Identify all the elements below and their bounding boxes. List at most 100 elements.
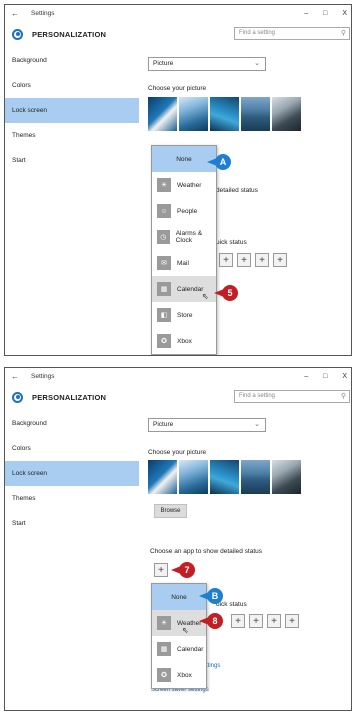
add-quick-status-button[interactable]: + [231, 614, 245, 628]
close-button[interactable]: X [342, 373, 347, 380]
app-option-label: None [176, 155, 192, 163]
sidebar-item-background[interactable]: Background [5, 411, 139, 436]
add-quick-status-button[interactable]: + [249, 614, 263, 628]
weather-icon: ☀ [157, 178, 171, 192]
people-icon: ☺ [157, 204, 171, 218]
window-title: Settings [31, 10, 55, 17]
picture-thumbnail[interactable] [210, 460, 239, 494]
add-quick-status-button[interactable]: + [219, 253, 233, 267]
app-option-none[interactable]: None [152, 584, 206, 610]
sidebar-item-background[interactable]: Background [5, 48, 139, 73]
app-option-label: None [171, 593, 187, 601]
store-icon: ◧ [157, 308, 171, 322]
add-detailed-status-button[interactable]: + [154, 563, 168, 577]
detailed-status-label: detailed status [216, 187, 258, 194]
search-placeholder: Find a setting [239, 393, 276, 399]
app-option-alarms-clock[interactable]: ◷ Alarms & Clock [152, 224, 216, 250]
clock-icon: ◷ [157, 230, 170, 244]
picture-thumbnail[interactable] [241, 460, 270, 494]
picture-thumbnail[interactable] [210, 97, 239, 131]
search-placeholder: Find a setting [239, 30, 276, 36]
browse-button[interactable]: Browse [154, 504, 187, 518]
picture-thumbnails [148, 460, 301, 494]
add-quick-status-button[interactable]: + [267, 614, 281, 628]
app-option-mail[interactable]: ✉ Mail [152, 250, 216, 276]
background-dropdown-value: Picture [153, 421, 174, 428]
choose-picture-label: Choose your picture [148, 449, 207, 456]
picture-thumbnail[interactable] [179, 97, 208, 131]
calendar-icon: ▦ [157, 642, 171, 656]
add-quick-status-button[interactable]: + [255, 253, 269, 267]
sidebar-item-start[interactable]: Start [5, 148, 139, 173]
quick-status-slots: + + + + [219, 253, 287, 267]
app-option-label: Mail [177, 259, 189, 267]
page-title: PERSONALIZATION [32, 392, 107, 402]
search-icon: ⚲ [340, 30, 346, 37]
sidebar-item-lock-screen[interactable]: Lock screen [5, 461, 139, 486]
page-title: PERSONALIZATION [32, 29, 107, 39]
sidebar-item-colors[interactable]: Colors [5, 436, 139, 461]
gear-icon [12, 391, 23, 403]
app-option-label: Weather [177, 619, 202, 627]
picture-thumbnail[interactable] [241, 97, 270, 131]
add-quick-status-button[interactable]: + [285, 614, 299, 628]
picture-thumbnail[interactable] [148, 97, 177, 131]
sidebar-item-themes[interactable]: Themes [5, 486, 139, 511]
quick-status-label: uick status [216, 601, 247, 608]
sidebar-item-colors[interactable]: Colors [5, 73, 139, 98]
app-option-label: Alarms & Clock [175, 230, 203, 244]
sidebar-item-themes[interactable]: Themes [5, 123, 139, 148]
background-dropdown-value: Picture [153, 60, 174, 67]
minimize-button[interactable]: – [304, 373, 308, 380]
callout-7: 7 [179, 562, 195, 578]
search-input[interactable]: Find a setting ⚲ [234, 390, 350, 403]
close-button[interactable]: X [342, 10, 347, 17]
sidebar-item-lock-screen[interactable]: Lock screen [5, 98, 139, 123]
app-option-calendar[interactable]: ▦ Calendar [152, 636, 206, 662]
app-option-label: Weather [177, 181, 202, 189]
window-title: Settings [31, 373, 55, 380]
add-quick-status-button[interactable]: + [273, 253, 287, 267]
chevron-down-icon: ⌄ [254, 421, 260, 428]
app-picker-popup: None ☀ Weather ☺ People ◷ Alarms & Clock… [151, 145, 217, 355]
background-dropdown[interactable]: Picture ⌄ [148, 418, 266, 432]
app-option-xbox[interactable]: ✪ Xbox [152, 662, 206, 688]
quick-status-slots: + + + + [231, 614, 299, 628]
add-quick-status-button[interactable]: + [237, 253, 251, 267]
app-option-label: Store [177, 311, 193, 319]
title-bar: ← Settings – □ X [5, 5, 351, 22]
app-option-label: Calendar [177, 645, 204, 653]
quick-status-label: uick status [216, 239, 247, 246]
app-option-label: Xbox [177, 337, 192, 345]
app-option-people[interactable]: ☺ People [152, 198, 216, 224]
app-option-store[interactable]: ◧ Store [152, 302, 216, 328]
search-icon: ⚲ [340, 393, 346, 400]
xbox-icon: ✪ [157, 334, 171, 348]
sidebar-item-start[interactable]: Start [5, 511, 139, 536]
back-arrow-icon[interactable]: ← [11, 372, 23, 381]
picture-thumbnail[interactable] [148, 460, 177, 494]
picture-thumbnail[interactable] [179, 460, 208, 494]
mouse-cursor-icon: ⇖ [202, 292, 209, 301]
callout-b: B [207, 588, 223, 604]
picture-thumbnail[interactable] [272, 460, 301, 494]
page-header: PERSONALIZATION Find a setting ⚲ [5, 387, 351, 407]
app-option-xbox[interactable]: ✪ Xbox [152, 328, 216, 354]
app-option-weather[interactable]: ☀ Weather [152, 172, 216, 198]
chevron-down-icon: ⌄ [254, 60, 260, 67]
background-dropdown[interactable]: Picture ⌄ [148, 57, 266, 71]
search-input[interactable]: Find a setting ⚲ [234, 27, 350, 40]
title-bar: ← Settings – □ X [5, 368, 351, 385]
app-option-label: Xbox [177, 671, 192, 679]
minimize-button[interactable]: – [304, 10, 308, 17]
weather-icon: ☀ [157, 616, 171, 630]
maximize-button[interactable]: □ [323, 373, 327, 380]
maximize-button[interactable]: □ [323, 10, 327, 17]
app-option-weather[interactable]: ☀ Weather [152, 610, 206, 636]
settings-link[interactable]: ttings [206, 663, 220, 669]
app-option-label: Calendar [177, 285, 204, 293]
back-arrow-icon[interactable]: ← [11, 9, 23, 18]
calendar-icon: ▦ [157, 282, 171, 296]
callout-8: 8 [207, 613, 223, 629]
picture-thumbnail[interactable] [272, 97, 301, 131]
